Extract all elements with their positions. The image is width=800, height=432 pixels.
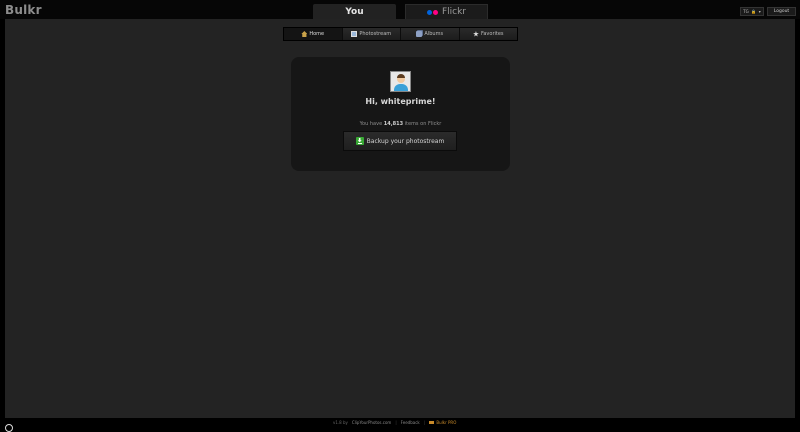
footer: v1.8 by ClipYourPhotos.com | Feedback | … bbox=[0, 418, 800, 427]
logout-button[interactable]: Logout bbox=[767, 7, 796, 16]
welcome-panel: Hi, whiteprime! You have 14,813 items on… bbox=[291, 57, 510, 171]
pro-link[interactable]: Bulkr PRO bbox=[429, 420, 456, 425]
language-select[interactable]: TG 🔒 ▾ bbox=[740, 7, 764, 16]
lock-icon: 🔒 bbox=[751, 9, 757, 14]
nav-home-label: Home bbox=[309, 31, 325, 37]
nav-favorites[interactable]: Favorites bbox=[459, 28, 517, 40]
greeting-heading: Hi, whiteprime! bbox=[365, 97, 436, 106]
nav-albums-label: Albums bbox=[424, 31, 444, 37]
sub-navigation: Home Photostream Albums Favorites bbox=[283, 27, 518, 41]
avatar bbox=[390, 71, 411, 92]
flickr-logo-icon bbox=[426, 9, 438, 15]
language-value: TG bbox=[743, 9, 749, 14]
app-logo: Bulkr bbox=[5, 3, 42, 17]
home-icon bbox=[301, 31, 308, 37]
pro-label: Bulkr PRO bbox=[436, 420, 457, 425]
tab-flickr-label: Flickr bbox=[441, 7, 467, 17]
items-suffix: items on Flickr bbox=[404, 121, 442, 127]
credit-link[interactable]: ClipYourPhotos.com bbox=[352, 420, 391, 425]
footer-separator: | bbox=[423, 420, 426, 425]
tab-you-label: You bbox=[345, 6, 364, 17]
chevron-down-icon: ▾ bbox=[758, 9, 761, 14]
footer-separator: | bbox=[395, 420, 397, 425]
items-count-text: You have 14,813 items on Flickr bbox=[291, 121, 510, 127]
backup-label: Backup your photostream bbox=[366, 137, 445, 145]
tab-flickr[interactable]: Flickr bbox=[405, 4, 488, 19]
tab-you[interactable]: You bbox=[313, 4, 396, 19]
nav-home[interactable]: Home bbox=[284, 28, 343, 40]
nav-albums[interactable]: Albums bbox=[401, 28, 460, 40]
albums-icon bbox=[416, 31, 423, 37]
version-text: v1.8 by bbox=[333, 420, 348, 425]
items-count: 14,813 bbox=[383, 121, 404, 127]
download-icon bbox=[355, 137, 364, 145]
arrow-icon bbox=[429, 421, 435, 424]
backup-photostream-button[interactable]: Backup your photostream bbox=[343, 131, 457, 151]
nav-photostream[interactable]: Photostream bbox=[342, 28, 401, 40]
star-icon bbox=[473, 31, 479, 37]
feedback-link[interactable]: Feedback bbox=[401, 420, 420, 425]
top-bar: Bulkr You Flickr TG 🔒 ▾ Logout bbox=[0, 0, 800, 19]
nav-photostream-label: Photostream bbox=[359, 31, 392, 37]
items-prefix: You have bbox=[359, 121, 383, 127]
nav-favorites-label: Favorites bbox=[480, 31, 504, 37]
photo-icon bbox=[351, 31, 358, 37]
status-icon bbox=[5, 424, 13, 432]
